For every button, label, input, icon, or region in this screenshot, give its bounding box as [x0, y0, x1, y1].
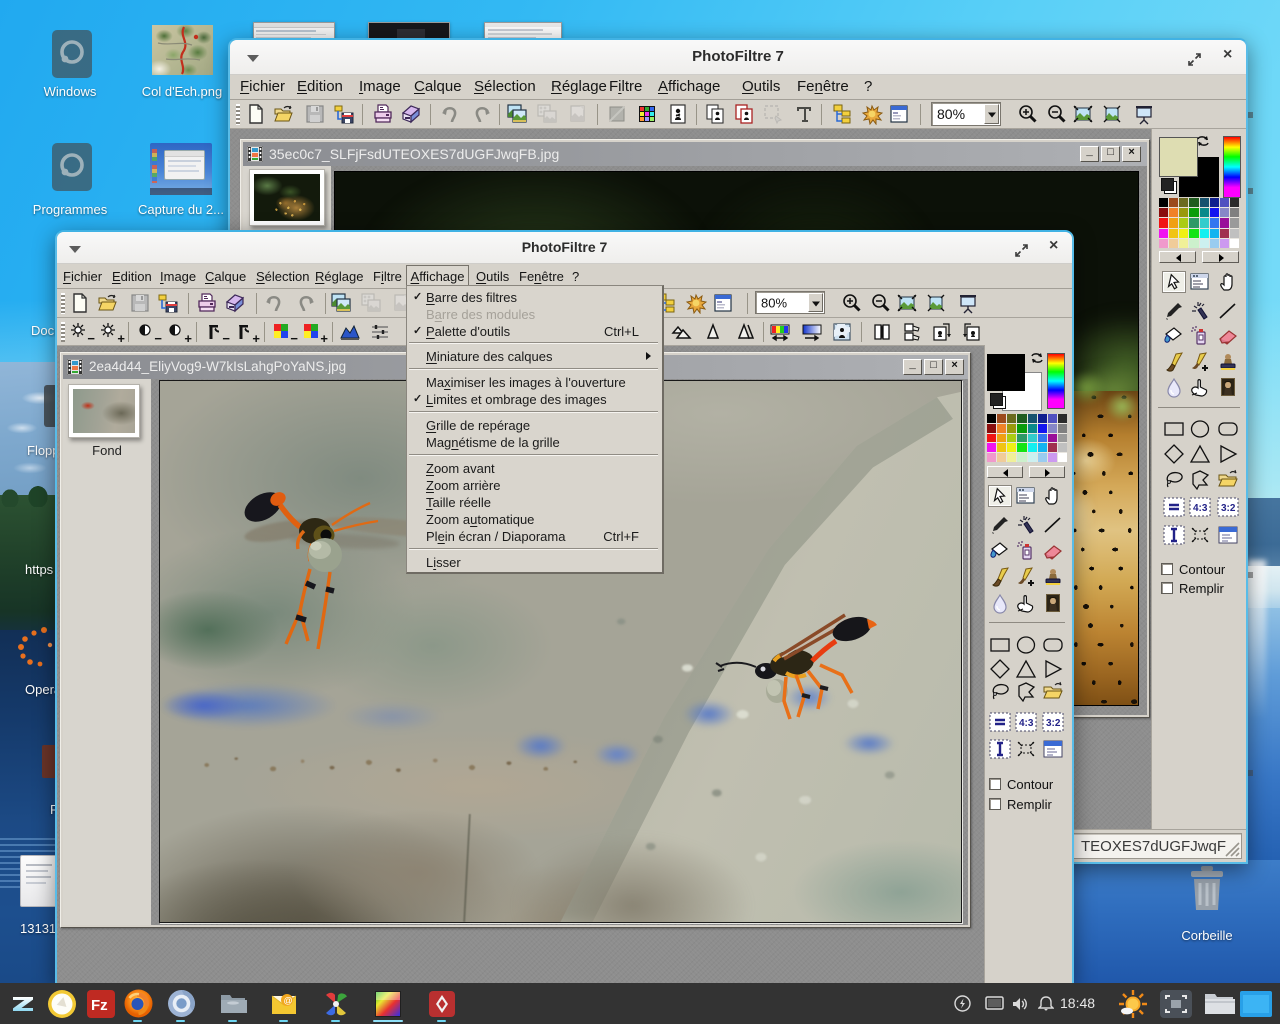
svg-text:3:2: 3:2	[1221, 503, 1236, 514]
svg-text:@: @	[284, 995, 293, 1005]
svg-text:3:2: 3:2	[1046, 718, 1061, 729]
svg-text:4:3: 4:3	[1193, 503, 1208, 514]
svg-text:Fz: Fz	[91, 997, 108, 1014]
svg-text:4:3: 4:3	[1019, 718, 1034, 729]
